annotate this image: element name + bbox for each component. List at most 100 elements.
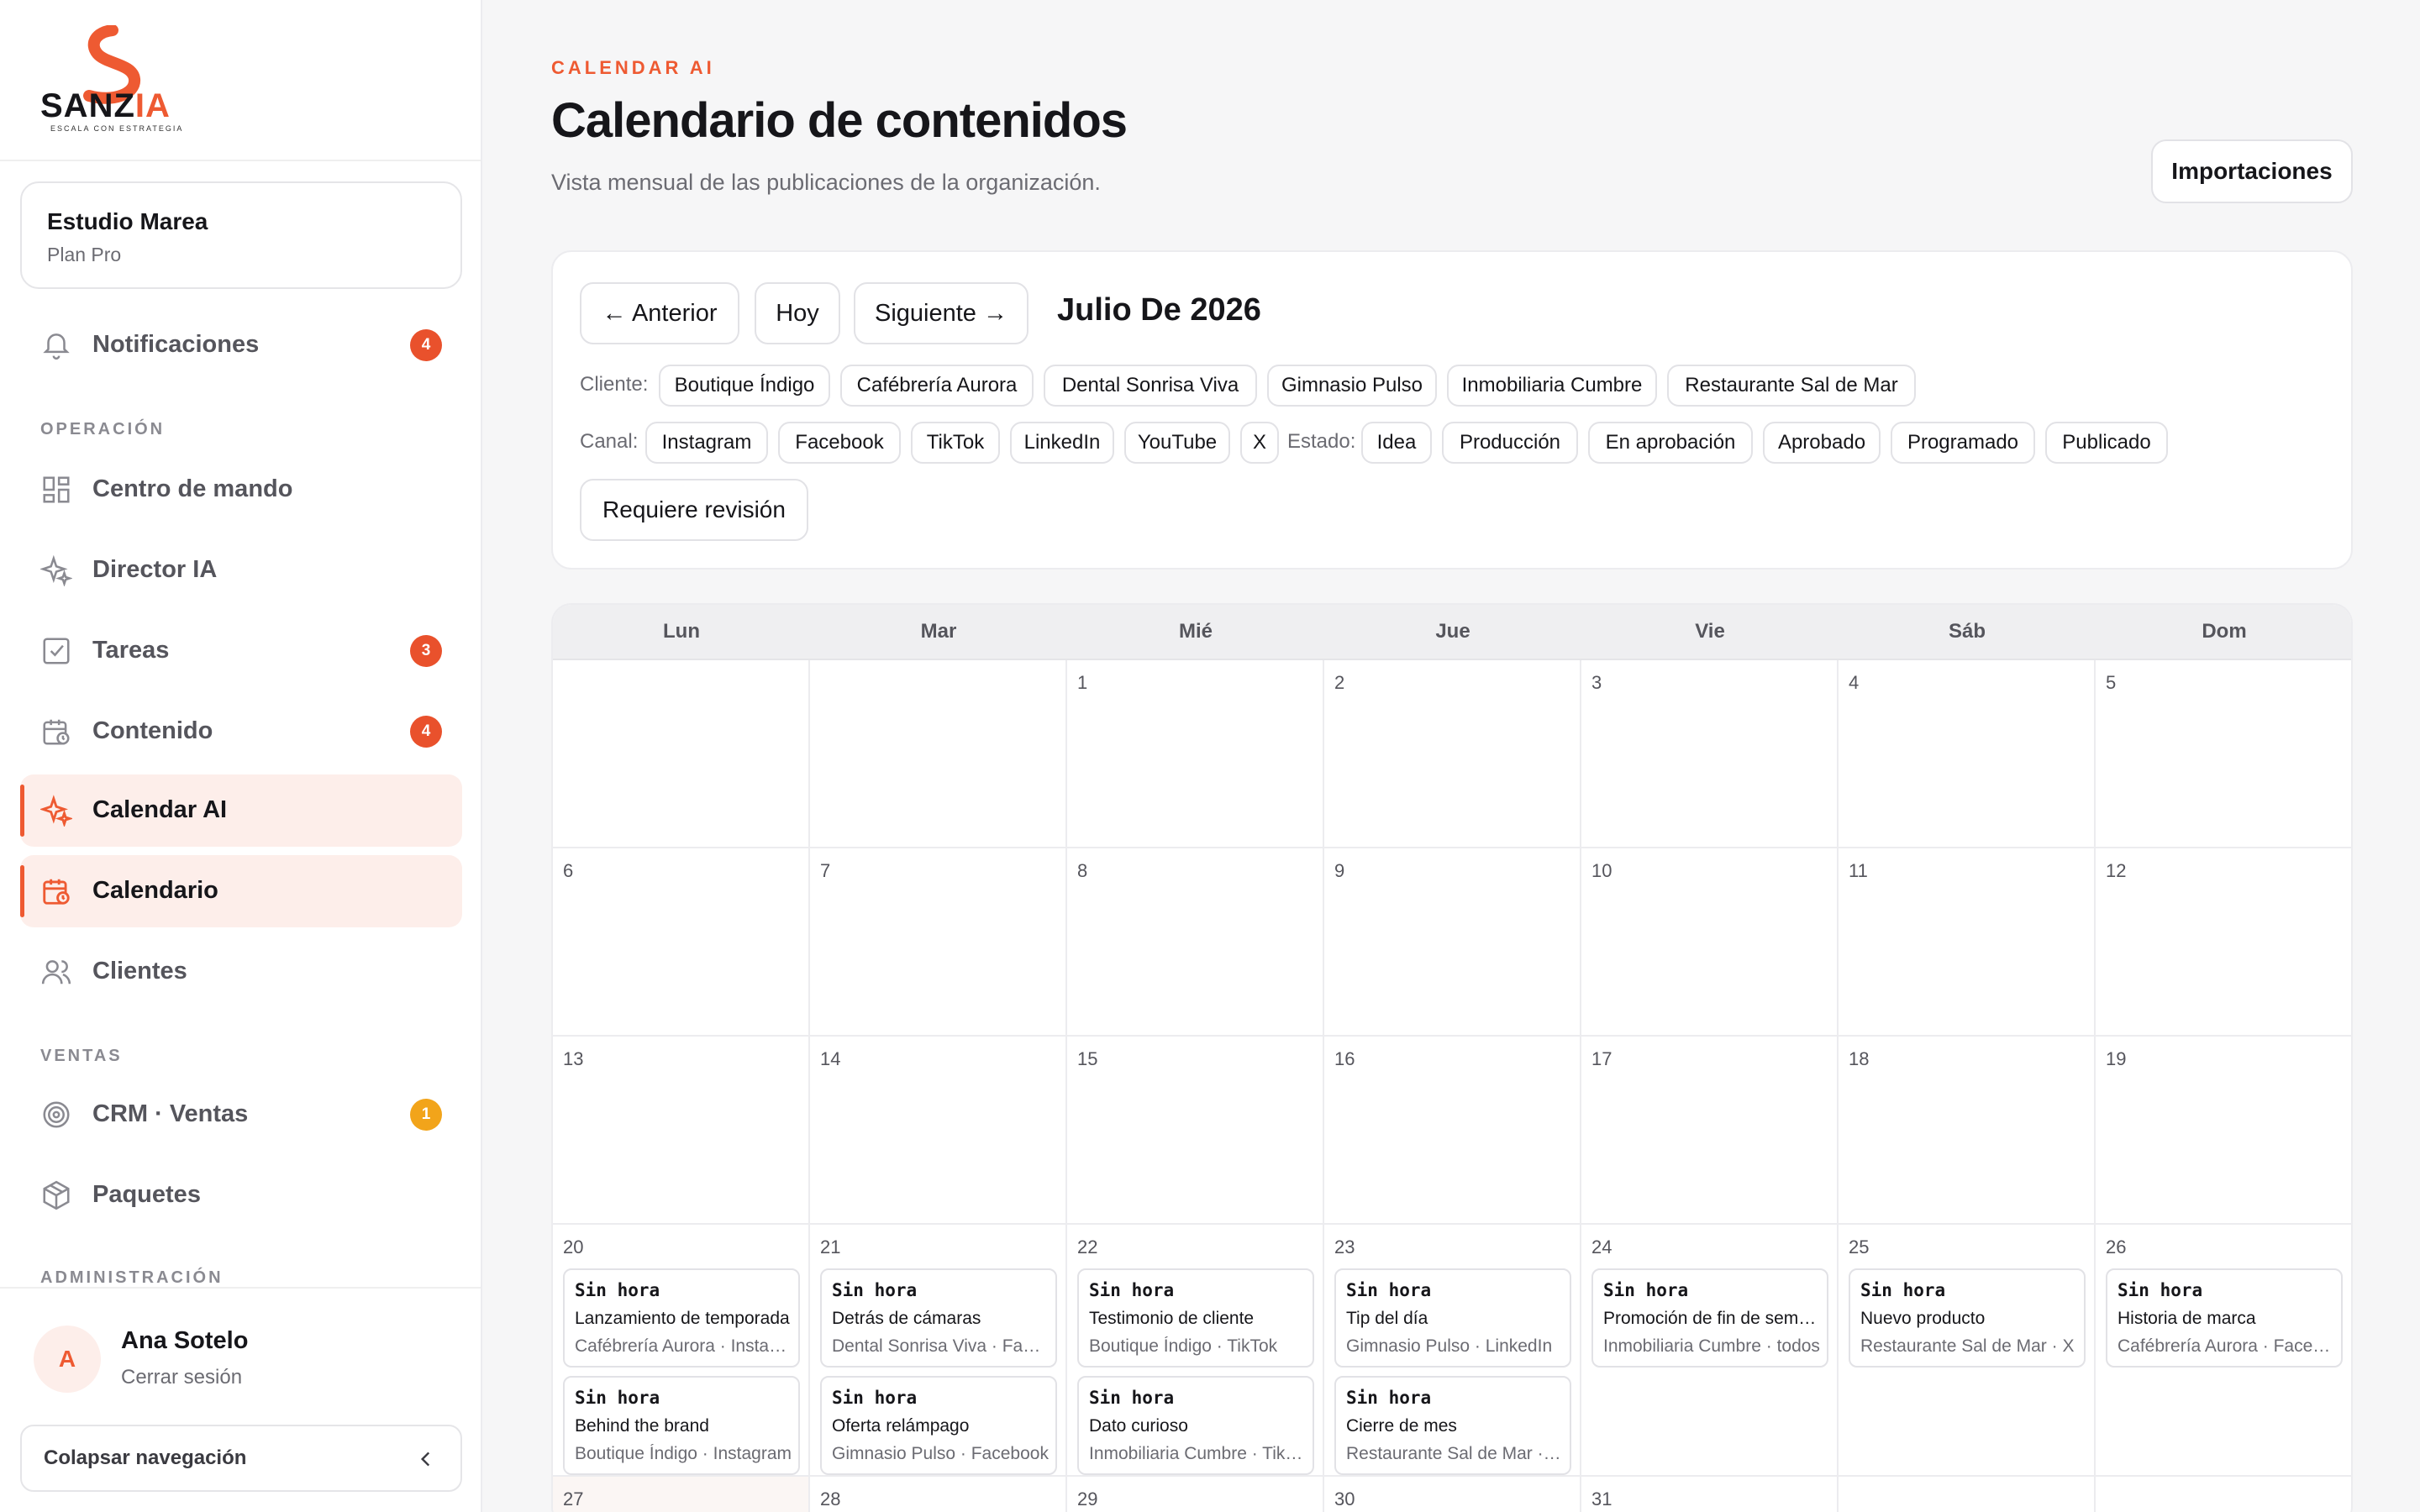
calendar-day-cell[interactable]: 31 (1581, 1477, 1839, 1512)
status-chip[interactable]: Producción (1442, 422, 1578, 464)
calendar-day-cell[interactable]: 4 (1839, 660, 2096, 848)
requires-review-button[interactable]: Requiere revisión (580, 479, 808, 541)
sidebar-item-clients[interactable]: Clientes (20, 936, 462, 1008)
calendar-day-cell[interactable]: 27 (553, 1477, 810, 1512)
today-button[interactable]: Hoy (755, 282, 840, 344)
calendar-day-cell[interactable]: 7 (810, 848, 1067, 1037)
calendar-day-cell[interactable]: 28 (810, 1477, 1067, 1512)
calendar-event-card[interactable]: Sin hora Tip del día Gimnasio Pulso · Link… (1334, 1268, 1571, 1368)
org-name: Estudio Marea (47, 208, 208, 234)
event-meta: Gimnasio Pulso · Facebook (832, 1444, 1049, 1463)
calendar-event-card[interactable]: Sin hora Lanzamiento de temporada Cafébrer… (563, 1268, 800, 1368)
calendar-event-card[interactable]: Sin hora Promoción de fin de semana Inmobi… (1591, 1268, 1828, 1368)
calendar-day-cell[interactable]: 3 (1581, 660, 1839, 848)
calendar-day-cell[interactable]: 8 (1067, 848, 1324, 1037)
calendar-day-cell[interactable]: 20 Sin hora Lanzamiento de temporada Cafébr… (553, 1225, 810, 1477)
day-number: 23 (1334, 1236, 1355, 1257)
calendar-event-card[interactable]: Sin hora Behind the brand Boutique Índigo … (563, 1376, 800, 1475)
calendar-day-cell[interactable]: 24 Sin hora Promoción de fin de semana Inmo… (1581, 1225, 1839, 1477)
calendar-day-cell[interactable]: 12 (2096, 848, 2351, 1037)
channel-chip[interactable]: LinkedIn (1010, 422, 1114, 464)
calendar-day-cell[interactable]: 19 (2096, 1037, 2351, 1225)
status-chip[interactable]: Idea (1361, 422, 1432, 464)
status-chip[interactable]: Aprobado (1763, 422, 1881, 464)
calendar-day-cell[interactable]: 15 (1067, 1037, 1324, 1225)
calendar-day-cell[interactable] (810, 660, 1067, 848)
client-chip[interactable]: Restaurante Sal de Mar (1667, 365, 1916, 407)
calendar-day-cell[interactable]: 2 (1324, 660, 1581, 848)
calendar-day-cell[interactable]: 9 (1324, 848, 1581, 1037)
event-meta: Inmobiliaria Cumbre · TikTok (1089, 1444, 1306, 1463)
next-month-button[interactable]: Siguiente → (854, 282, 1028, 344)
channel-chip[interactable]: Facebook (778, 422, 901, 464)
previous-month-button[interactable]: ← Anterior (580, 282, 739, 344)
channel-chip[interactable]: TikTok (911, 422, 1000, 464)
calendar-day-cell[interactable]: 21 Sin hora Detrás de cámaras Dental Sonris… (810, 1225, 1067, 1477)
calendar-day-cell[interactable]: 23 Sin hora Tip del día Gimnasio Pulso · Li… (1324, 1225, 1581, 1477)
brand-wordmark: SANZIA (40, 87, 171, 124)
client-filter-label: Cliente: (580, 373, 649, 396)
client-chip[interactable]: Cafébrería Aurora (840, 365, 1034, 407)
client-chip[interactable]: Boutique Índigo (659, 365, 830, 407)
calendar-day-cell[interactable]: 22 Sin hora Testimonio de cliente Boutique … (1067, 1225, 1324, 1477)
calendar-day-cell[interactable]: 6 (553, 848, 810, 1037)
day-number: 3 (1591, 672, 1602, 693)
calendar-event-card[interactable]: Sin hora Testimonio de cliente Boutique Ín… (1077, 1268, 1314, 1368)
calendar-event-card[interactable]: Sin hora Cierre de mes Restaurante Sal de … (1334, 1376, 1571, 1475)
calendar-event-card[interactable]: Sin hora Oferta relámpago Gimnasio Pulso ·… (820, 1376, 1057, 1475)
day-number: 29 (1077, 1488, 1098, 1509)
calendar-day-cell[interactable]: 10 (1581, 848, 1839, 1037)
sidebar-item-calendar-ai[interactable]: Calendar AI (20, 774, 462, 847)
channel-chip[interactable]: Instagram (645, 422, 768, 464)
sidebar-item-content[interactable]: Contenido 4 (20, 696, 462, 768)
sidebar-item-director-ai[interactable]: Director IA (20, 534, 462, 606)
calendar-day-cell[interactable]: 29 (1067, 1477, 1324, 1512)
logout-link[interactable]: Cerrar sesión (121, 1366, 242, 1389)
calendar-day-cell[interactable]: 17 (1581, 1037, 1839, 1225)
calendar-day-cell[interactable]: 5 (2096, 660, 2351, 848)
calendar-day-cell[interactable] (2096, 1477, 2351, 1512)
day-number: 16 (1334, 1048, 1355, 1069)
calendar-day-cell[interactable]: 26 Sin hora Historia de marca Cafébrería Au… (2096, 1225, 2351, 1477)
calendar-day-cell[interactable] (553, 660, 810, 848)
channel-chip[interactable]: YouTube (1124, 422, 1230, 464)
calendar-day-cell[interactable]: 16 (1324, 1037, 1581, 1225)
client-chip[interactable]: Inmobiliaria Cumbre (1447, 365, 1657, 407)
calendar-day-cell[interactable]: 11 (1839, 848, 2096, 1037)
calendar-day-cell[interactable]: 1 (1067, 660, 1324, 848)
collapse-nav-button[interactable]: Colapsar navegación (20, 1425, 462, 1492)
calendar-day-cell[interactable]: 13 (553, 1037, 810, 1225)
sidebar-item-tasks[interactable]: Tareas 3 (20, 615, 462, 687)
grid-icon (43, 476, 70, 503)
sidebar-item-crm[interactable]: CRM · Ventas 1 (20, 1079, 462, 1151)
sidebar-item-packages[interactable]: Paquetes (20, 1159, 462, 1231)
event-meta: Restaurante Sal de Mar · LinkedIn (1346, 1444, 1563, 1463)
calendar-day-cell[interactable]: 14 (810, 1037, 1067, 1225)
client-chip[interactable]: Dental Sonrisa Viva (1044, 365, 1257, 407)
org-switcher[interactable]: Estudio Marea Plan Pro (20, 181, 462, 289)
imports-button[interactable]: Importaciones (2151, 139, 2353, 203)
calendar-day-cell[interactable]: 18 (1839, 1037, 2096, 1225)
day-number: 20 (563, 1236, 584, 1257)
calendar-day-cell[interactable]: 30 (1324, 1477, 1581, 1512)
sidebar-item-notifications[interactable]: Notificaciones 4 (20, 309, 462, 381)
status-chip[interactable]: Programado (1891, 422, 2035, 464)
status-chip[interactable]: Publicado (2045, 422, 2168, 464)
sidebar-item-command-center[interactable]: Centro de mando (20, 454, 462, 526)
calendar-day-cell[interactable] (1839, 1477, 2096, 1512)
avatar[interactable]: A (34, 1326, 101, 1393)
calendar-event-card[interactable]: Sin hora Historia de marca Cafébrería Auro… (2106, 1268, 2343, 1368)
status-chip[interactable]: En aprobación (1588, 422, 1753, 464)
event-time: Sin hora (575, 1280, 660, 1300)
client-chip[interactable]: Gimnasio Pulso (1267, 365, 1437, 407)
calendar-day-cell[interactable]: 25 Sin hora Nuevo producto Restaurante Sal … (1839, 1225, 2096, 1477)
calendar-event-card[interactable]: Sin hora Dato curioso Inmobiliaria Cumbre … (1077, 1376, 1314, 1475)
channel-chip[interactable]: X (1240, 422, 1279, 464)
calendar-event-card[interactable]: Sin hora Detrás de cámaras Dental Sonrisa … (820, 1268, 1057, 1368)
event-title: Oferta relámpago (832, 1416, 970, 1436)
sidebar-item-calendar[interactable]: Calendario (20, 855, 462, 927)
event-title: Behind the brand (575, 1416, 709, 1436)
day-number: 2 (1334, 672, 1345, 693)
calendar-event-card[interactable]: Sin hora Nuevo producto Restaurante Sal de… (1849, 1268, 2086, 1368)
day-number: 15 (1077, 1048, 1098, 1069)
